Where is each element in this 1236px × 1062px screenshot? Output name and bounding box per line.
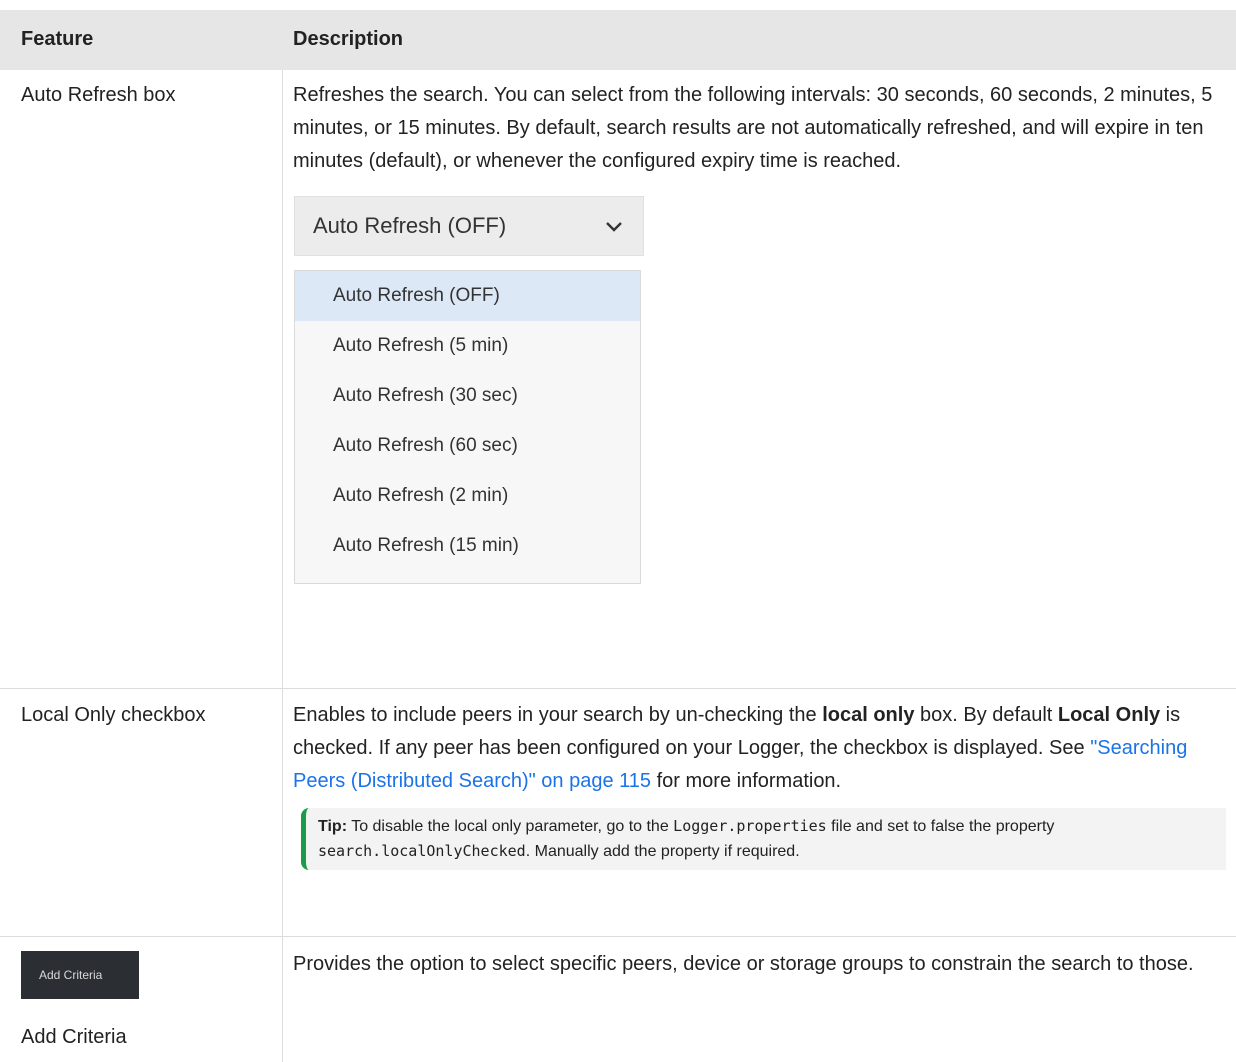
feature-cell: Auto Refresh box: [0, 70, 283, 688]
bold-text: Local Only: [1057, 704, 1161, 726]
dropdown-option[interactable]: Auto Refresh (60 sec): [295, 421, 640, 471]
table-row-add-criteria: Add Criteria Add Criteria Provides the o…: [0, 937, 1236, 1062]
description-cell: Provides the option to select specific p…: [293, 953, 1194, 975]
header-feature: Feature: [21, 28, 94, 50]
table-row-local-only: Local Only checkbox Enables to include p…: [0, 689, 1236, 937]
text-span: file and set to false the property: [826, 818, 1055, 835]
dropdown-option[interactable]: Auto Refresh (30 sec): [295, 371, 640, 421]
text-span: Enables to include peers in your search …: [293, 704, 823, 726]
dropdown-option[interactable]: Auto Refresh (OFF): [295, 271, 640, 321]
description-cell: Enables to include peers in your search …: [283, 689, 1236, 936]
bold-text: local only: [822, 704, 915, 726]
dropdown-option[interactable]: Auto Refresh (5 min): [295, 321, 640, 371]
text-span: To disable the local only parameter, go …: [347, 818, 674, 835]
auto-refresh-dropdown-image: Auto Refresh (OFF) Auto Refresh (OFF) Au…: [294, 196, 644, 584]
dropdown-selected[interactable]: Auto Refresh (OFF): [294, 196, 644, 256]
text-span: box. By default: [914, 704, 1058, 726]
dropdown-option[interactable]: Auto Refresh (2 min): [295, 471, 640, 521]
feature-cell: Local Only checkbox: [0, 689, 283, 936]
feature-cell: Add Criteria Add Criteria: [0, 937, 283, 1062]
table-header: Feature Description: [0, 10, 1236, 70]
description-text: Enables to include peers in your search …: [293, 699, 1226, 798]
dropdown-option[interactable]: Auto Refresh (15 min): [295, 521, 640, 571]
tip-label: Tip:: [318, 818, 348, 835]
add-criteria-button[interactable]: Add Criteria: [21, 951, 139, 999]
description-cell: Refreshes the search. You can select fro…: [283, 70, 1236, 688]
tip-box: Tip: To disable the local only parameter…: [301, 808, 1226, 870]
dropdown-selected-label: Auto Refresh (OFF): [313, 213, 507, 238]
description-text: Refreshes the search. You can select fro…: [293, 84, 1213, 172]
code-text: Logger.properties: [673, 817, 827, 835]
feature-label: Add Criteria: [21, 1026, 127, 1048]
text-span: . Manually add the property if required.: [525, 843, 800, 860]
feature-table: Feature Description Auto Refresh box Ref…: [0, 10, 1236, 1062]
dropdown-options: Auto Refresh (OFF) Auto Refresh (5 min) …: [294, 270, 641, 584]
code-text: search.localOnlyChecked: [318, 842, 526, 860]
chevron-down-icon: [606, 222, 622, 232]
header-description: Description: [293, 28, 404, 50]
text-span: for more information.: [651, 770, 842, 792]
table-row-auto-refresh: Auto Refresh box Refreshes the search. Y…: [0, 70, 1236, 689]
